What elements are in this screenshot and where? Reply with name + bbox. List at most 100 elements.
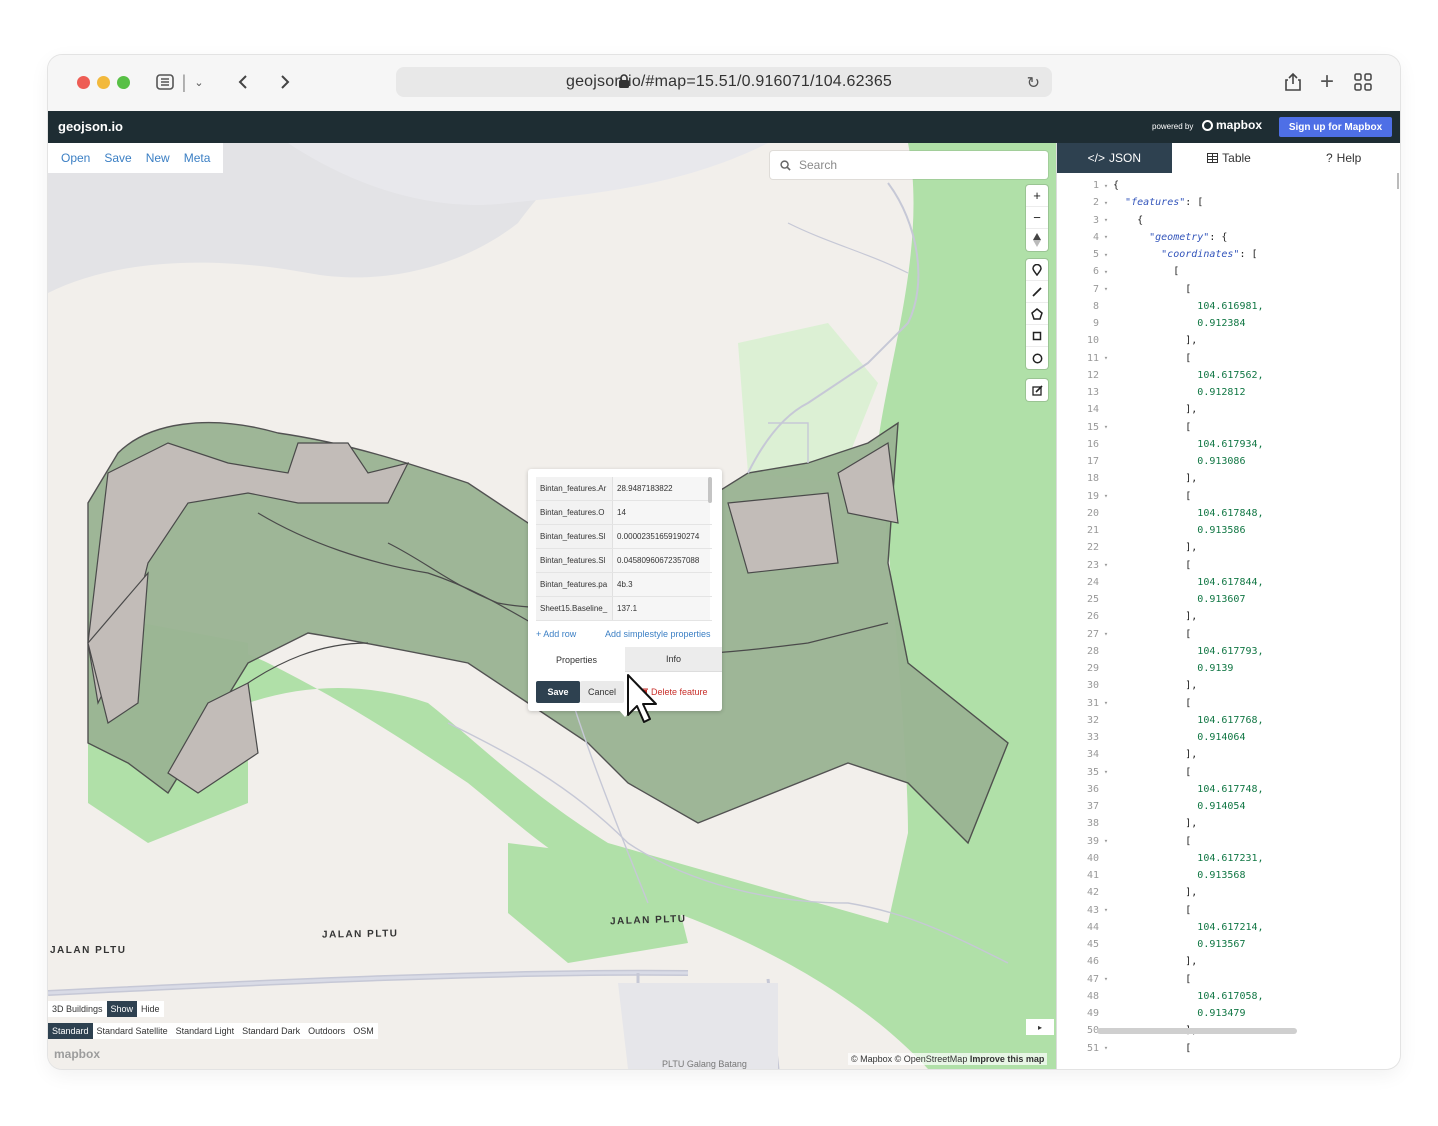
properties-scrollbar[interactable]	[708, 477, 712, 503]
code-line[interactable]: 21 0.913586	[1057, 522, 1397, 539]
code-line[interactable]: 38 ],	[1057, 815, 1397, 832]
forward-arrow-icon[interactable]	[276, 69, 294, 95]
fold-arrow-icon[interactable]: ▾	[1101, 216, 1111, 224]
code-line[interactable]: 49 0.913479	[1057, 1005, 1397, 1022]
style-outdoors[interactable]: Outdoors	[304, 1023, 349, 1039]
code-line[interactable]: 37 0.914054	[1057, 798, 1397, 815]
style-standard-satellite[interactable]: Standard Satellite	[93, 1023, 172, 1039]
code-line[interactable]: 26 ],	[1057, 608, 1397, 625]
property-value-input[interactable]: 14	[613, 501, 710, 524]
draw-circle-button[interactable]	[1026, 347, 1048, 369]
style-standard-light[interactable]: Standard Light	[172, 1023, 239, 1039]
property-key-input[interactable]: Bintan_features.Sl	[536, 549, 613, 572]
code-line[interactable]: 9 0.912384	[1057, 315, 1397, 332]
code-line[interactable]: 44 104.617214,	[1057, 919, 1397, 936]
code-line[interactable]: 12 104.617562,	[1057, 367, 1397, 384]
draw-line-button[interactable]	[1026, 281, 1048, 303]
fold-arrow-icon[interactable]: ▾	[1101, 837, 1111, 845]
menu-meta[interactable]: Meta	[177, 151, 218, 165]
property-value-input[interactable]: 4b.3	[613, 573, 710, 596]
new-tab-icon[interactable]: +	[1316, 68, 1338, 95]
code-line[interactable]: 28 104.617793,	[1057, 643, 1397, 660]
code-line[interactable]: 47 ▾ [	[1057, 971, 1397, 988]
tab-overview-icon[interactable]	[1352, 69, 1374, 95]
json-editor[interactable]: 1 ▾{2 ▾ "features": [3 ▾ {4 ▾ "geometry": {5…	[1057, 177, 1400, 1069]
share-icon[interactable]	[1282, 69, 1304, 95]
code-line[interactable]: 23 ▾ [	[1057, 557, 1397, 574]
code-line[interactable]: 13 0.912812	[1057, 384, 1397, 401]
code-line[interactable]: 15 ▾ [	[1057, 419, 1397, 436]
app-brand[interactable]: geojson.io	[58, 119, 123, 134]
back-arrow-icon[interactable]	[234, 69, 252, 95]
fold-arrow-icon[interactable]: ▾	[1101, 1044, 1111, 1052]
map-canvas[interactable]: Open Save New Meta Search + − Bintan_fea…	[48, 143, 1056, 1069]
add-simplestyle-link[interactable]: Add simplestyle properties	[605, 629, 711, 639]
reload-icon[interactable]: ↻	[1027, 73, 1040, 93]
fold-arrow-icon[interactable]: ▾	[1101, 354, 1111, 362]
editor-horizontal-scrollbar[interactable]	[1097, 1028, 1297, 1034]
tab-table[interactable]: Table	[1172, 143, 1287, 173]
hide-buildings-button[interactable]: Hide	[137, 1001, 164, 1017]
show-buildings-button[interactable]: Show	[106, 1001, 138, 1017]
code-line[interactable]: 18 ],	[1057, 470, 1397, 487]
code-line[interactable]: 29 0.9139	[1057, 660, 1397, 677]
save-button[interactable]: Save	[536, 681, 580, 703]
fold-arrow-icon[interactable]: ▾	[1101, 699, 1111, 707]
minimize-window-button[interactable]	[97, 76, 110, 89]
code-line[interactable]: 41 0.913568	[1057, 867, 1397, 884]
code-line[interactable]: 20 104.617848,	[1057, 505, 1397, 522]
code-line[interactable]: 40 104.617231,	[1057, 850, 1397, 867]
code-line[interactable]: 43 ▾ [	[1057, 902, 1397, 919]
address-bar[interactable]: geojson.io/#map=15.51/0.916071/104.62365…	[396, 67, 1052, 97]
cancel-button[interactable]: Cancel	[580, 681, 624, 703]
code-line[interactable]: 1 ▾{	[1057, 177, 1397, 194]
code-line[interactable]: 7 ▾ [	[1057, 281, 1397, 298]
code-line[interactable]: 10 ],	[1057, 332, 1397, 349]
fold-arrow-icon[interactable]: ▾	[1101, 182, 1111, 190]
code-line[interactable]: 27 ▾ [	[1057, 626, 1397, 643]
draw-rectangle-button[interactable]	[1026, 325, 1048, 347]
code-line[interactable]: 39 ▾ [	[1057, 833, 1397, 850]
collapse-panel-button[interactable]: ▸	[1026, 1019, 1054, 1035]
fold-arrow-icon[interactable]: ▾	[1101, 233, 1111, 241]
sidebar-toggle-icon[interactable]	[154, 69, 176, 95]
fold-arrow-icon[interactable]: ▾	[1101, 423, 1111, 431]
chevron-down-icon[interactable]: ⌄	[192, 69, 206, 95]
code-line[interactable]: 11 ▾ [	[1057, 350, 1397, 367]
fold-arrow-icon[interactable]: ▾	[1101, 630, 1111, 638]
property-key-input[interactable]: Bintan_features.Sl	[536, 525, 613, 548]
code-line[interactable]: 35 ▾ [	[1057, 764, 1397, 781]
fold-arrow-icon[interactable]: ▾	[1101, 768, 1111, 776]
property-key-input[interactable]: Bintan_features.O	[536, 501, 613, 524]
menu-new[interactable]: New	[139, 151, 177, 165]
improve-map-link[interactable]: Improve this map	[970, 1054, 1045, 1064]
code-line[interactable]: 48 104.617058,	[1057, 988, 1397, 1005]
fold-arrow-icon[interactable]: ▾	[1101, 251, 1111, 259]
tab-properties[interactable]: Properties	[528, 647, 625, 672]
zoom-window-button[interactable]	[117, 76, 130, 89]
mapbox-logo[interactable]: mapbox	[1202, 118, 1262, 132]
compass-button[interactable]	[1026, 229, 1048, 251]
property-value-input[interactable]: 0.00002351659190274	[613, 525, 710, 548]
code-line[interactable]: 19 ▾ [	[1057, 488, 1397, 505]
property-value-input[interactable]: 28.9487183822	[613, 477, 710, 500]
tab-info[interactable]: Info	[625, 647, 722, 672]
code-line[interactable]: 33 0.914064	[1057, 729, 1397, 746]
code-line[interactable]: 22 ],	[1057, 539, 1397, 556]
property-key-input[interactable]: Bintan_features.pa	[536, 573, 613, 596]
code-line[interactable]: 8 104.616981,	[1057, 298, 1397, 315]
code-line[interactable]: 16 104.617934,	[1057, 436, 1397, 453]
mapbox-watermark[interactable]: mapbox	[54, 1047, 100, 1061]
fold-arrow-icon[interactable]: ▾	[1101, 199, 1111, 207]
close-window-button[interactable]	[77, 76, 90, 89]
fold-arrow-icon[interactable]: ▾	[1101, 975, 1111, 983]
edit-features-button[interactable]	[1026, 379, 1048, 401]
code-line[interactable]: 51 ▾ [	[1057, 1040, 1397, 1057]
code-line[interactable]: 14 ],	[1057, 401, 1397, 418]
code-line[interactable]: 34 ],	[1057, 746, 1397, 763]
code-line[interactable]: 30 ],	[1057, 677, 1397, 694]
style-standard-dark[interactable]: Standard Dark	[238, 1023, 304, 1039]
code-line[interactable]: 31 ▾ [	[1057, 695, 1397, 712]
code-line[interactable]: 36 104.617748,	[1057, 781, 1397, 798]
fold-arrow-icon[interactable]: ▾	[1101, 492, 1111, 500]
